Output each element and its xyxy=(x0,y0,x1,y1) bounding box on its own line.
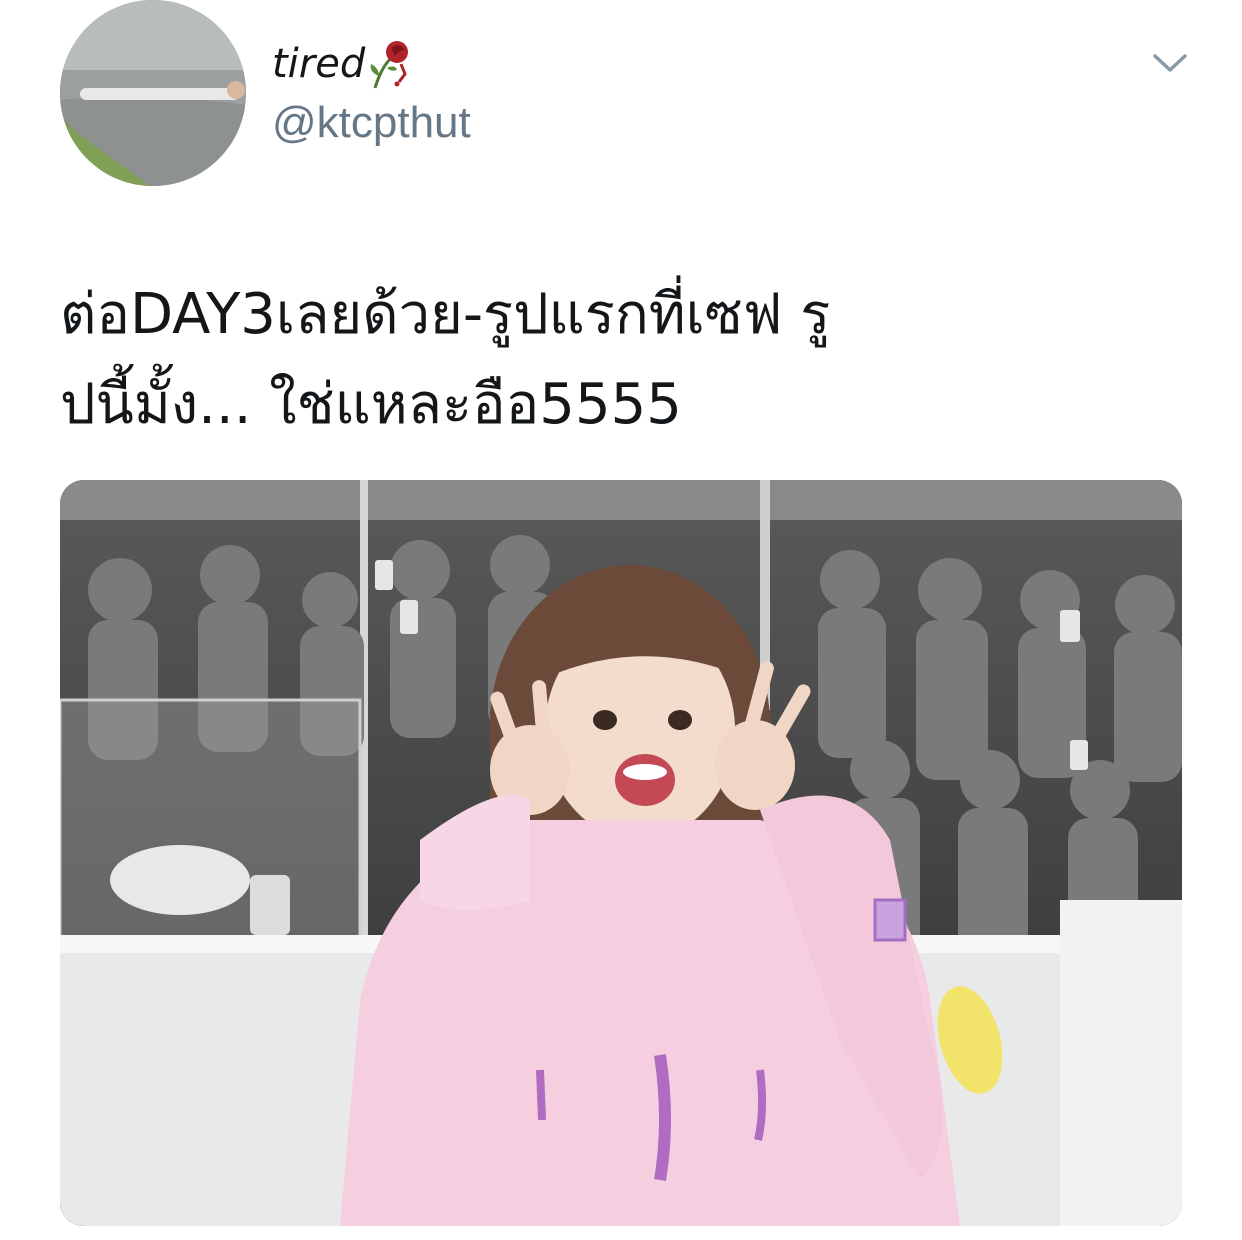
tweet-text: ต่อDAY3เลยด้วย-รูปแรกที่เซฟ รู ปนี้มั้ง.… xyxy=(60,270,1180,450)
tweet-text-line: ต่อDAY3เลยด้วย-รูปแรกที่เซฟ รู xyxy=(60,282,831,347)
chevron-down-icon[interactable] xyxy=(1152,48,1188,78)
display-name-text: tired xyxy=(272,41,366,87)
display-name[interactable]: tired xyxy=(272,38,413,90)
tweet-media-image[interactable] xyxy=(60,480,1182,1226)
tweet-text-line: ปนี้มั้ง... ใช่แหละอือ5555 xyxy=(60,372,682,437)
wilted-rose-icon xyxy=(370,41,409,89)
user-handle[interactable]: @ktcpthut xyxy=(272,98,471,148)
avatar[interactable] xyxy=(60,0,246,186)
photo-illustration xyxy=(60,480,1182,1226)
avatar-image xyxy=(60,0,246,186)
